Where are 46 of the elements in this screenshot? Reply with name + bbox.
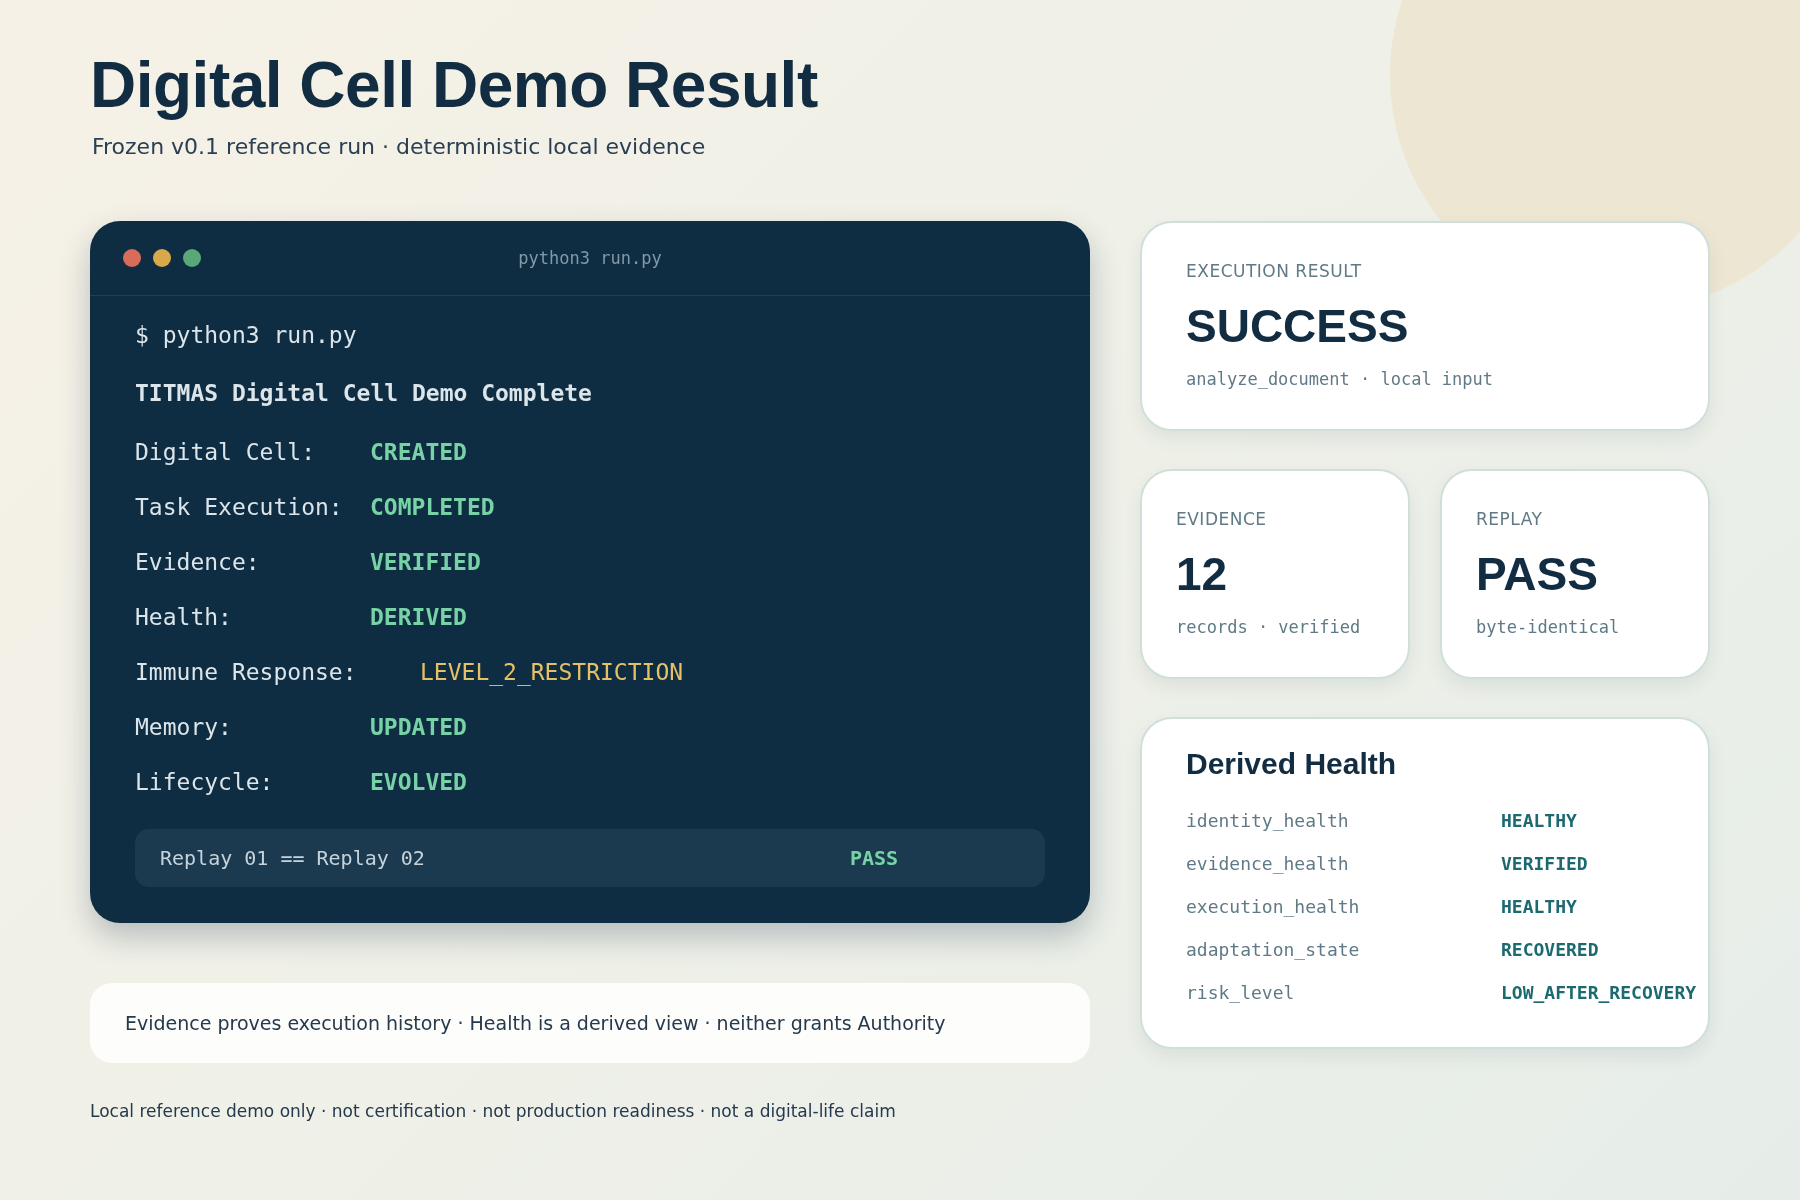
health-key: evidence_health — [1186, 853, 1501, 874]
status-value: DERIVED — [370, 603, 467, 630]
card-value: SUCCESS — [1186, 299, 1410, 353]
status-value: EVOLVED — [370, 768, 467, 795]
terminal-heading: TITMAS Digital Cell Demo Complete — [135, 380, 593, 408]
health-key: identity_health — [1186, 810, 1501, 831]
window-close-icon[interactable] — [123, 249, 141, 267]
health-value: HEALTHY — [1501, 896, 1577, 917]
status-label: Immune Response: — [135, 658, 358, 685]
status-label: Task Execution: — [135, 493, 344, 520]
health-value: LOW_AFTER_RECOVERY — [1501, 982, 1697, 1003]
card-label: EVIDENCE — [1176, 509, 1268, 529]
replay-result: PASS — [850, 846, 899, 870]
terminal-command: $ python3 run.py — [135, 322, 358, 350]
status-value: VERIFIED — [370, 548, 481, 575]
window-maximize-icon[interactable] — [183, 249, 201, 267]
health-key: execution_health — [1186, 896, 1501, 917]
status-label: Memory: — [135, 713, 233, 740]
status-label: Lifecycle: — [135, 768, 275, 795]
note-text: Evidence proves execution history · Health is a derived view · neither grants Authority — [125, 1012, 946, 1034]
card-label: REPLAY — [1476, 509, 1544, 529]
card-label: EXECUTION RESULT — [1186, 261, 1363, 281]
card-title: Derived Health — [1186, 747, 1398, 781]
card-detail: analyze_document · local input — [1186, 369, 1495, 389]
status-value: LEVEL_2_RESTRICTION — [420, 658, 684, 685]
footer-disclaimer: Local reference demo only · not certification · not production readiness · not a digital-life claim — [90, 1101, 897, 1121]
replay-label: Replay 01 == Replay 02 — [160, 846, 426, 870]
status-label: Digital Cell: — [135, 438, 316, 465]
terminal-title: python3 run.py — [518, 248, 662, 268]
card-detail: byte-identical — [1476, 617, 1621, 637]
status-value: CREATED — [370, 438, 467, 465]
status-value: UPDATED — [370, 713, 467, 740]
health-key: risk_level — [1186, 982, 1501, 1003]
health-value: RECOVERED — [1501, 939, 1599, 960]
card-value: PASS — [1476, 547, 1599, 601]
health-key: adaptation_state — [1186, 939, 1501, 960]
card-value: 12 — [1176, 547, 1229, 601]
card-detail: records · verified — [1176, 617, 1362, 637]
status-label: Evidence: — [135, 548, 261, 575]
window-minimize-icon[interactable] — [153, 249, 171, 267]
health-value: HEALTHY — [1501, 810, 1577, 831]
page-title: Digital Cell Demo Result — [90, 48, 819, 122]
status-value: COMPLETED — [370, 493, 495, 520]
health-value: VERIFIED — [1501, 853, 1588, 874]
status-label: Health: — [135, 603, 233, 630]
page-subtitle: Frozen v0.1 reference run · deterministic local evidence — [92, 134, 707, 159]
